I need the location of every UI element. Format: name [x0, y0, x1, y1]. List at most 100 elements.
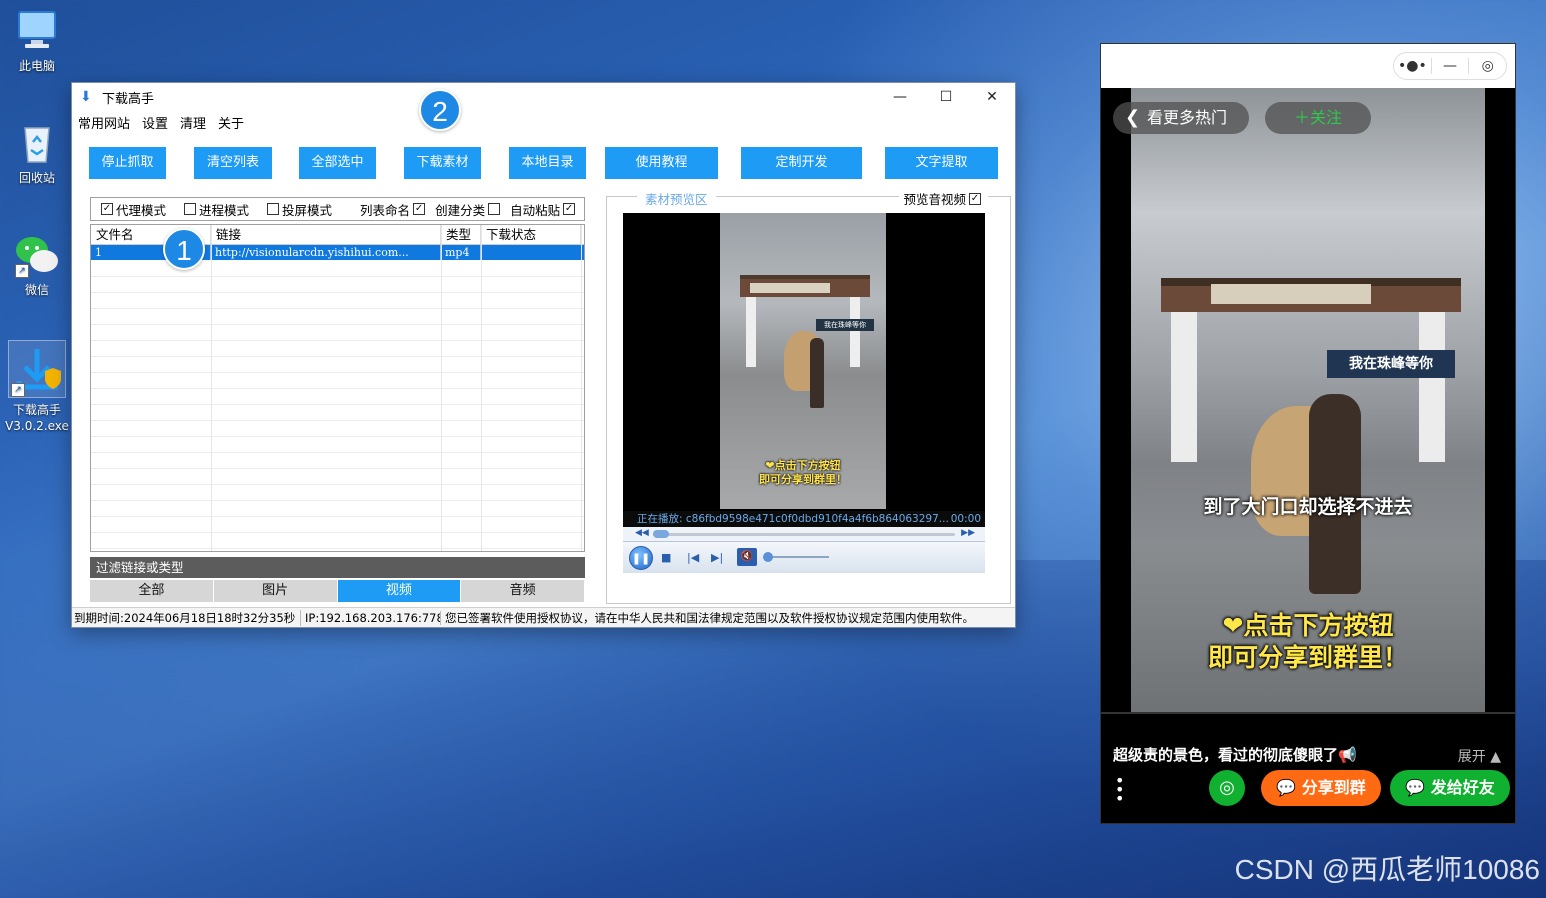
- download-assets-button[interactable]: 下载素材: [404, 147, 481, 179]
- desktop-icon-label: 回收站: [18, 171, 55, 185]
- cell-type: mp4: [441, 245, 481, 260]
- more-options-icon[interactable]: •●•: [1394, 58, 1431, 74]
- stop-capture-button[interactable]: 停止抓取: [89, 147, 166, 179]
- toolbar: 停止抓取 清空列表 全部选中 下载素材 本地目录 使用教程 定制开发 文字提取: [89, 147, 999, 179]
- more-vertical-icon[interactable]: • • •: [1115, 773, 1124, 807]
- filter-tab-image[interactable]: 图片: [213, 580, 337, 602]
- video-content[interactable]: 我在珠峰等你 到了大门口却选择不进去 ❤点击下方按钮 即可分享到群里！: [1131, 88, 1485, 712]
- desktop-icon-label-version: V3.0.2.exe: [5, 419, 69, 433]
- filter-tab-audio[interactable]: 音频: [461, 580, 584, 602]
- pause-button[interactable]: ❚❚: [629, 546, 653, 570]
- send-to-friend-button[interactable]: 💬 发给好友: [1390, 770, 1510, 806]
- title-bar[interactable]: ⬇ 下载高手 — ☐ ✕: [72, 83, 1015, 111]
- custom-dev-button[interactable]: 定制开发: [741, 147, 862, 179]
- screen-mode-checkbox[interactable]: 投屏模式: [267, 200, 332, 219]
- option-label: 列表命名: [360, 202, 411, 218]
- video-sign: 我在珠峰等你: [816, 319, 874, 331]
- chevron-left-icon: ❮: [1125, 107, 1141, 128]
- share-to-group-button[interactable]: 💬 分享到群: [1261, 770, 1381, 806]
- next-icon[interactable]: ▶|: [711, 551, 723, 564]
- minimize-icon[interactable]: —: [1432, 58, 1469, 74]
- select-all-button[interactable]: 全部选中: [299, 147, 376, 179]
- share-group-label: 分享到群: [1301, 778, 1366, 797]
- process-mode-checkbox[interactable]: 进程模式: [184, 200, 249, 219]
- desktop-icon-wechat[interactable]: ↗ 微信: [4, 230, 70, 298]
- send-friend-label: 发给好友: [1430, 778, 1495, 797]
- filter-tab-all[interactable]: 全部: [90, 580, 213, 602]
- expand-button[interactable]: 展开 ▲: [1458, 746, 1501, 766]
- rewind-icon[interactable]: ◀◀: [635, 528, 649, 538]
- menu-settings[interactable]: 设置: [142, 113, 168, 132]
- follow-button[interactable]: ＋关注: [1265, 102, 1371, 134]
- shortcut-arrow-icon: ↗: [11, 383, 25, 397]
- option-label: 预览音视频: [903, 192, 966, 207]
- header-link[interactable]: 链接: [211, 225, 441, 244]
- tutorial-button[interactable]: 使用教程: [605, 147, 718, 179]
- maximize-button[interactable]: ☐: [923, 83, 969, 111]
- window-capsule: •●• — ◎: [1393, 52, 1507, 80]
- caption-line: ❤点击下方按钮: [765, 459, 841, 472]
- now-playing-label: 正在播放: c86fbd9598e471c0f0dbd910f4a4f6b864…: [637, 513, 949, 525]
- video-window-topbar[interactable]: •●• — ◎: [1101, 44, 1515, 88]
- video-caption: ❤点击下方按钮 即可分享到群里！: [720, 459, 886, 487]
- close-button[interactable]: ✕: [969, 83, 1015, 111]
- preview-av-checkbox[interactable]: 预览音视频 ✓: [899, 189, 988, 208]
- video-scene-pillar: [1171, 312, 1197, 462]
- shutter-icon[interactable]: ◎: [1209, 770, 1245, 806]
- menu-common-sites[interactable]: 常用网站: [78, 113, 130, 132]
- create-category-checkbox[interactable]: 创建分类: [435, 200, 501, 219]
- filter-tab-video[interactable]: 视频: [337, 580, 461, 602]
- seek-handle[interactable]: [653, 530, 669, 538]
- more-hot-label: 看更多热门: [1147, 108, 1228, 127]
- menu-about[interactable]: 关于: [218, 113, 244, 132]
- download-app-icon: ↗: [8, 340, 66, 398]
- header-status[interactable]: 下载状态: [481, 225, 581, 244]
- desktop-icon-recycle-bin[interactable]: 回收站: [4, 118, 70, 186]
- video-scene-gate-sign: [750, 283, 830, 293]
- wechat-icon: 💬: [1405, 778, 1426, 797]
- volume-slider[interactable]: [765, 556, 829, 558]
- local-directory-button[interactable]: 本地目录: [509, 147, 586, 179]
- window-title: 下载高手: [102, 91, 155, 107]
- seek-bar[interactable]: ◀◀ ▶▶: [623, 527, 985, 541]
- media-player[interactable]: 我在珠峰等你 ❤点击下方按钮 即可分享到群里！ 正在播放: c86fbd9598…: [623, 213, 985, 573]
- option-label: 代理模式: [116, 202, 167, 218]
- video-frame[interactable]: 我在珠峰等你 ❤点击下方按钮 即可分享到群里！: [720, 213, 886, 509]
- list-naming-checkbox[interactable]: 列表命名 ✓: [360, 200, 426, 219]
- proxy-mode-checkbox[interactable]: ✓ 代理模式: [101, 200, 166, 219]
- minimize-button[interactable]: —: [877, 83, 923, 111]
- fast-forward-icon[interactable]: ▶▶: [961, 528, 975, 538]
- header-type[interactable]: 类型: [441, 225, 481, 244]
- volume-handle[interactable]: [763, 552, 773, 562]
- desktop-icon-label: 此电脑: [18, 59, 55, 73]
- close-target-icon[interactable]: ◎: [1469, 58, 1506, 74]
- previous-icon[interactable]: |◀: [687, 551, 699, 564]
- seek-track[interactable]: [653, 533, 955, 536]
- capture-table[interactable]: 文件名 链接 类型 下载状态 1 http://visionularcdn.yi…: [90, 224, 585, 552]
- desktop-icon-this-pc[interactable]: 此电脑: [4, 6, 70, 74]
- mute-icon[interactable]: 🔇: [737, 548, 757, 566]
- cell-status: [481, 245, 581, 260]
- menu-clean[interactable]: 清理: [180, 113, 206, 132]
- desktop-icon-downloader[interactable]: ↗ 下载高手 V3.0.2.exe: [4, 340, 70, 434]
- filter-tabs: 全部 图片 视频 音频: [90, 580, 585, 602]
- video-caption: ❤点击下方按钮 即可分享到群里！: [1131, 610, 1485, 674]
- options-bar: ✓ 代理模式 进程模式 投屏模式 列表命名 ✓ 创建分类 自动粘贴 ✓: [90, 197, 585, 221]
- step-badge-1: 1: [163, 228, 205, 270]
- checkbox-checked-icon: ✓: [413, 203, 426, 215]
- more-hot-button[interactable]: ❮ 看更多热门: [1113, 102, 1249, 134]
- video-scene-pillar: [746, 297, 756, 367]
- video-scene-pillar: [1419, 312, 1445, 462]
- status-bar: 到期时间:2024年06月18日18时32分35秒 IP:192.168.203…: [72, 607, 1015, 627]
- clear-list-button[interactable]: 清空列表: [194, 147, 272, 179]
- stop-icon[interactable]: ■: [661, 551, 671, 564]
- video-scene-gate-sign: [1211, 284, 1371, 304]
- column-divider: [481, 225, 482, 551]
- ip-text: IP:192.168.203.176:7788: [301, 610, 441, 625]
- checkbox-checked-icon: ✓: [563, 203, 576, 215]
- recycle-bin-icon: [13, 118, 61, 166]
- auto-paste-checkbox[interactable]: 自动粘贴 ✓: [510, 200, 576, 219]
- text-extract-button[interactable]: 文字提取: [885, 147, 998, 179]
- license-notice: 您已签署软件使用授权协议，请在中华人民共和国法律规定范围以及软件授权协议规定范围…: [445, 610, 974, 625]
- filter-input[interactable]: 过滤链接或类型: [90, 557, 585, 578]
